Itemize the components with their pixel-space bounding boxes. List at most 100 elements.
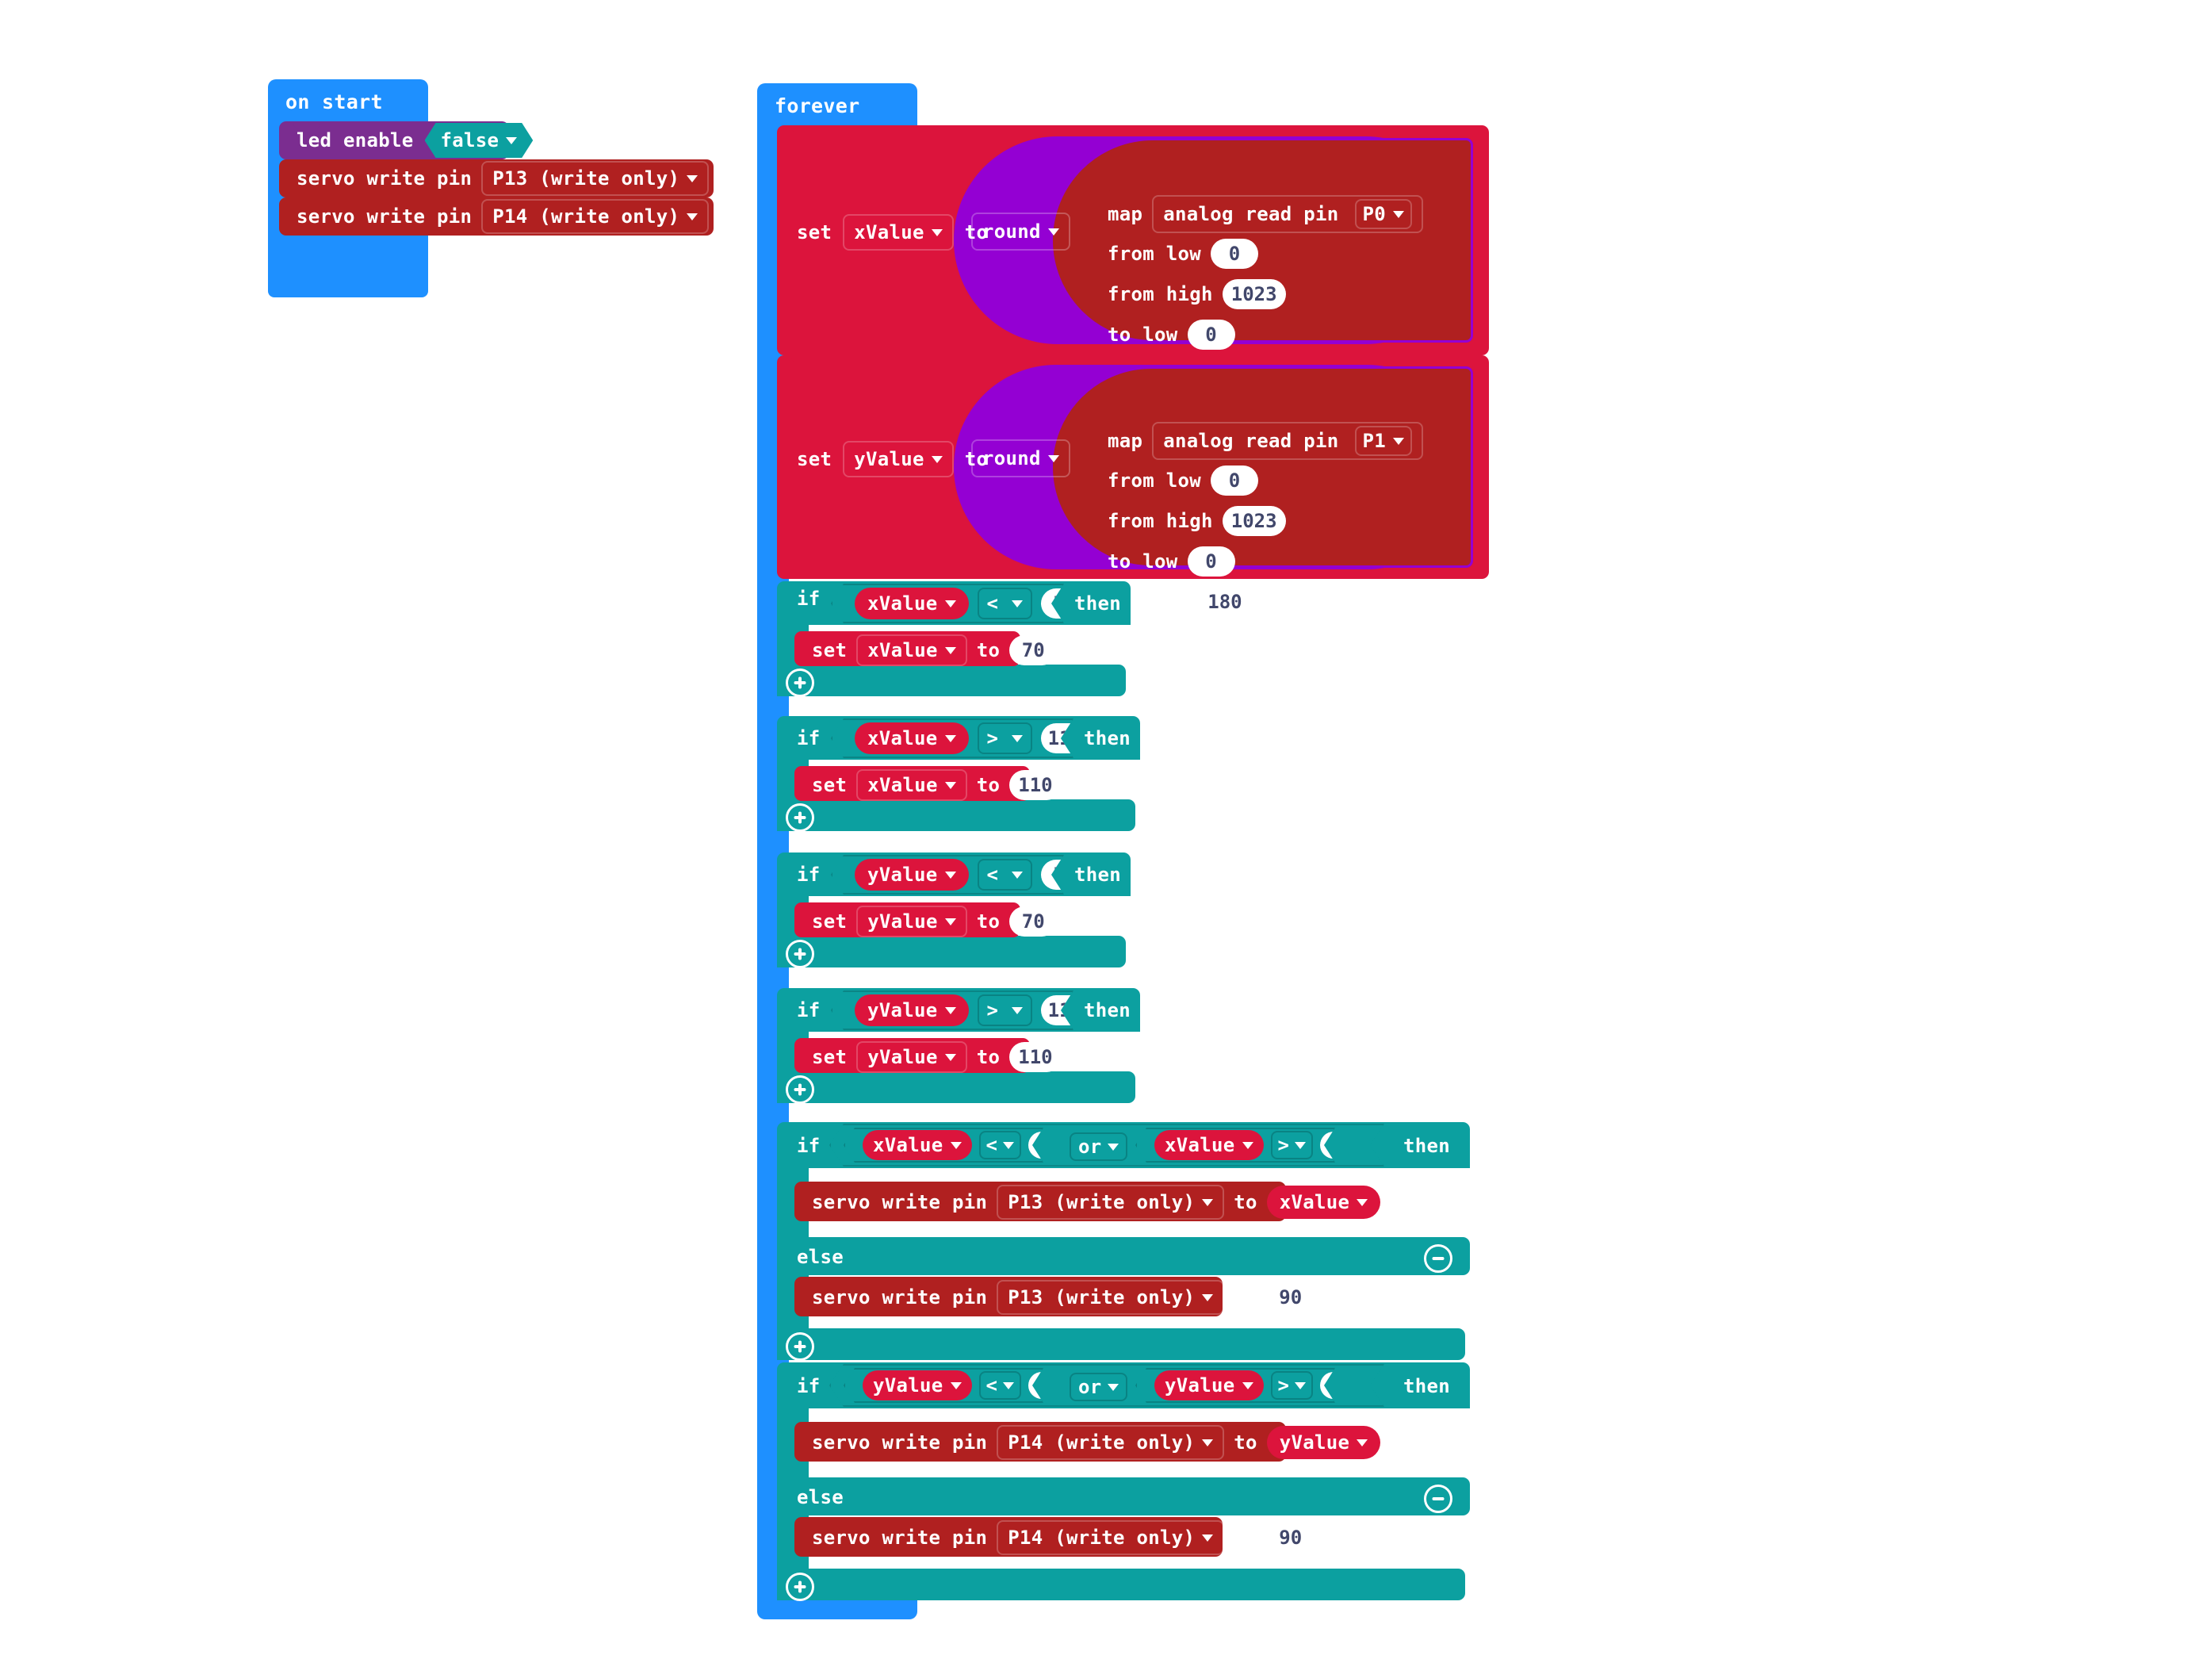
set-variable-dropdown[interactable]: xValue xyxy=(856,769,967,801)
analog-pin-dropdown[interactable]: P1 xyxy=(1354,426,1412,456)
operator-dropdown[interactable]: > xyxy=(978,994,1033,1026)
set-variable-value: yValue xyxy=(867,910,938,933)
ifelse-block-xvalue[interactable]: if xValue < 85 or xValue xyxy=(777,1122,1470,1168)
operator-dropdown[interactable]: < xyxy=(978,588,1033,619)
servo-pin-dropdown[interactable]: P13 (write only) xyxy=(481,161,710,196)
servo-write-p13-start-block[interactable]: servo write pin P13 (write only) to 90 xyxy=(279,159,799,197)
variable-reporter-right[interactable]: yValue xyxy=(1154,1370,1264,1400)
chevron-down-icon xyxy=(951,1142,962,1149)
comparison-boolean-xvalue-gt[interactable]: xValue > 110 xyxy=(831,718,1073,758)
set-variable-dropdown[interactable]: yValue xyxy=(843,441,954,477)
operator-dropdown[interactable]: < xyxy=(978,859,1033,891)
variable-reporter-yvalue[interactable]: yValue xyxy=(855,859,969,891)
comparison-boolean-right-xvalue[interactable]: xValue > 95 xyxy=(1135,1128,1335,1163)
set-variable-value: xValue xyxy=(854,221,924,243)
ifelse-yvalue-else-bar[interactable]: else xyxy=(777,1477,1470,1515)
set-variable-dropdown[interactable]: xValue xyxy=(843,214,954,251)
comparison-boolean-right-yvalue[interactable]: yValue > 95 xyxy=(1135,1368,1335,1403)
servo-write-p14-start-block[interactable]: servo write pin P14 (write only) to 90 xyxy=(279,197,799,236)
servo-write-p14-default-block[interactable]: servo write pin P14 (write only) to 90 xyxy=(794,1517,1315,1557)
set-value-input[interactable]: 70 xyxy=(1009,635,1058,665)
variable-reporter-xvalue[interactable]: xValue xyxy=(855,588,969,619)
variable-reporter-xvalue[interactable]: xValue xyxy=(855,722,969,754)
led-enable-value-dropdown[interactable]: false xyxy=(425,123,534,158)
comparison-boolean-yvalue-gt[interactable]: yValue > 110 xyxy=(831,990,1073,1030)
operator-dropdown-right[interactable]: > xyxy=(1271,1371,1314,1400)
variable-reporter-xvalue-arg[interactable]: xValue xyxy=(1266,1186,1381,1219)
operator-dropdown-right[interactable]: > xyxy=(1271,1131,1314,1159)
comparison-boolean-left-xvalue[interactable]: xValue < 85 xyxy=(844,1128,1043,1163)
servo-write-p13-xvalue-block[interactable]: servo write pin P13 (write only) to xVal… xyxy=(794,1182,1381,1221)
set-xvalue-clamp-high-block[interactable]: set xValue to 110 xyxy=(794,766,1062,801)
add-else-icon[interactable] xyxy=(786,940,814,968)
round-dropdown[interactable]: round xyxy=(971,213,1070,251)
round-dropdown[interactable]: round xyxy=(971,439,1070,477)
variable-reporter-left[interactable]: xValue xyxy=(863,1130,972,1160)
servo-pin-dropdown[interactable]: P14 (write only) xyxy=(481,199,710,234)
set-value-input[interactable]: 70 xyxy=(1009,906,1058,937)
servo-write-label: servo write pin xyxy=(297,167,473,190)
analog-read-pin-reporter[interactable]: analog read pin P0 xyxy=(1152,195,1423,233)
servo-pin-dropdown[interactable]: P14 (write only) xyxy=(997,1425,1225,1460)
operator-dropdown-left[interactable]: < xyxy=(979,1131,1022,1159)
comparison-boolean-xvalue-lt[interactable]: xValue < 70 xyxy=(831,584,1064,623)
to-high-input[interactable]: 180 xyxy=(1199,587,1251,617)
led-enable-block[interactable]: led enable false xyxy=(279,121,509,159)
from-high-input[interactable]: 1023 xyxy=(1222,506,1286,536)
from-low-input[interactable]: 0 xyxy=(1211,466,1258,496)
set-variable-value: xValue xyxy=(867,639,938,661)
set-value-input[interactable]: 110 xyxy=(1009,770,1062,800)
if-block-yvalue-gt[interactable]: if yValue > 110 then xyxy=(777,988,1140,1032)
set-label: set xyxy=(812,774,848,796)
variable-reporter-right[interactable]: xValue xyxy=(1154,1130,1264,1160)
to-low-input[interactable]: 0 xyxy=(1187,546,1235,577)
servo-write-p14-yvalue-block[interactable]: servo write pin P14 (write only) to yVal… xyxy=(794,1422,1381,1462)
operator-dropdown[interactable]: > xyxy=(978,722,1033,754)
servo-write-p13-default-block[interactable]: servo write pin P13 (write only) to 90 xyxy=(794,1277,1315,1316)
servo-pin-dropdown[interactable]: P14 (write only) xyxy=(997,1520,1225,1555)
add-else-icon[interactable] xyxy=(786,1075,814,1104)
forever-block-header[interactable]: forever xyxy=(757,83,917,131)
remove-else-icon[interactable] xyxy=(1424,1485,1452,1513)
set-yvalue-clamp-high-block[interactable]: set yValue to 110 xyxy=(794,1038,1062,1073)
servo-pin-dropdown[interactable]: P13 (write only) xyxy=(997,1185,1225,1220)
servo-pin-dropdown[interactable]: P13 (write only) xyxy=(997,1280,1225,1315)
comparison-boolean-left-yvalue[interactable]: yValue < 85 xyxy=(844,1368,1043,1403)
if-block-xvalue-lt[interactable]: if xValue < 70 then xyxy=(777,581,1131,625)
add-else-icon[interactable] xyxy=(786,803,814,832)
operator-dropdown-left[interactable]: < xyxy=(979,1371,1022,1400)
comparison-boolean-yvalue-lt[interactable]: yValue < 70 xyxy=(831,855,1064,895)
set-xvalue-block[interactable]: set xValue to round map analog read pin … xyxy=(777,125,1489,390)
ifelse-block-yvalue[interactable]: if yValue < 85 or yValue > xyxy=(777,1362,1470,1408)
variable-reporter-yvalue-arg[interactable]: yValue xyxy=(1266,1426,1381,1459)
analog-pin-dropdown[interactable]: P0 xyxy=(1354,199,1412,229)
compare-value-input[interactable]: 110 xyxy=(1041,723,1089,753)
from-high-input[interactable]: 1023 xyxy=(1222,279,1286,309)
if-block-yvalue-lt[interactable]: if yValue < 70 then xyxy=(777,852,1131,896)
set-xvalue-clamp-low-block[interactable]: set xValue to 70 xyxy=(794,631,1058,666)
variable-reporter-yvalue[interactable]: yValue xyxy=(855,994,969,1026)
blocks-workspace[interactable]: on start led enable false servo write pi… xyxy=(0,0,2212,1659)
analog-read-pin-label: analog read pin xyxy=(1163,203,1339,225)
servo-angle-input[interactable]: 90 xyxy=(1266,1523,1315,1553)
ifelse-xvalue-else-bar[interactable]: else xyxy=(777,1237,1470,1275)
to-low-input[interactable]: 0 xyxy=(1187,320,1235,350)
servo-angle-input[interactable]: 90 xyxy=(1266,1282,1315,1312)
or-operator-dropdown[interactable]: or xyxy=(1070,1373,1127,1401)
set-variable-dropdown[interactable]: xValue xyxy=(856,634,967,666)
from-low-input[interactable]: 0 xyxy=(1211,239,1258,269)
set-yvalue-clamp-low-block[interactable]: set yValue to 70 xyxy=(794,902,1058,937)
compare-value-input[interactable]: 110 xyxy=(1041,995,1089,1025)
remove-else-icon[interactable] xyxy=(1424,1244,1452,1273)
set-variable-dropdown[interactable]: yValue xyxy=(856,906,967,937)
add-else-icon[interactable] xyxy=(786,1573,814,1601)
set-yvalue-block[interactable]: set yValue to round map analog read pin … xyxy=(777,355,1489,617)
add-else-icon[interactable] xyxy=(786,1332,814,1361)
set-variable-dropdown[interactable]: yValue xyxy=(856,1041,967,1073)
set-value-input[interactable]: 110 xyxy=(1009,1042,1062,1072)
variable-reporter-left[interactable]: yValue xyxy=(863,1370,972,1400)
or-operator-dropdown[interactable]: or xyxy=(1070,1132,1127,1161)
add-else-icon[interactable] xyxy=(786,669,814,697)
if-block-xvalue-gt[interactable]: if xValue > 110 then xyxy=(777,716,1140,760)
analog-read-pin-reporter[interactable]: analog read pin P1 xyxy=(1152,422,1423,460)
